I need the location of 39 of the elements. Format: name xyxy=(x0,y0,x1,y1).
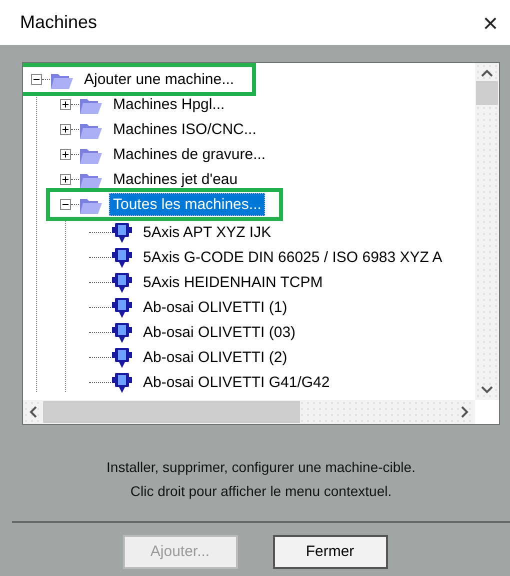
scroll-right-icon[interactable] xyxy=(461,406,469,418)
tree-item[interactable]: Machines ISO/CNC... xyxy=(109,118,260,141)
minus-icon[interactable] xyxy=(31,74,42,85)
tree-item[interactable]: Ab-osai OLIVETTI G41/G42 xyxy=(139,371,334,394)
tree-item[interactable]: 5Axis G-CODE DIN 66025 / ISO 6983 XYZ A xyxy=(139,246,446,269)
horizontal-scrollbar[interactable] xyxy=(23,400,475,424)
machine-icon xyxy=(111,372,133,394)
scrollbar-thumb[interactable] xyxy=(476,81,498,105)
window-title: Machines xyxy=(20,11,98,34)
machine-icon xyxy=(111,246,133,268)
help-text: Installer, supprimer, configurer une machine-cible. xyxy=(106,458,416,477)
tree-item[interactable]: 5Axis APT XYZ IJK xyxy=(139,221,276,244)
tree-item[interactable]: Machines Hpgl... xyxy=(109,93,229,116)
tree-item[interactable]: Ab-osai OLIVETTI (1) xyxy=(139,296,292,319)
machine-icon xyxy=(111,222,133,244)
plus-icon[interactable] xyxy=(60,149,71,160)
close-button[interactable]: Fermer xyxy=(272,535,388,569)
tree-item[interactable]: Toutes les machines... xyxy=(109,193,266,216)
scroll-left-icon[interactable] xyxy=(29,406,37,418)
tree-item[interactable]: Ajouter une machine... xyxy=(80,68,238,91)
plus-icon[interactable] xyxy=(60,99,71,110)
tree-item[interactable]: Ab-osai OLIVETTI (2) xyxy=(139,346,292,369)
tree-item[interactable]: Machines jet d'eau xyxy=(109,168,242,191)
machine-icon xyxy=(111,296,133,318)
machine-icon xyxy=(111,322,133,344)
plus-icon[interactable] xyxy=(60,174,71,185)
scrollbar-thumb[interactable] xyxy=(43,401,300,423)
tree-item[interactable]: Ab-osai OLIVETTI (03) xyxy=(139,321,300,344)
machine-icon xyxy=(111,272,133,294)
close-button[interactable]: × xyxy=(478,10,502,36)
minus-icon[interactable] xyxy=(60,199,71,210)
help-text: Clic droit pour afficher le menu contextuel. xyxy=(129,482,393,501)
plus-icon[interactable] xyxy=(60,124,71,135)
tree-item[interactable]: Machines de gravure... xyxy=(109,143,270,166)
scroll-up-icon[interactable] xyxy=(481,69,493,77)
tree-item[interactable]: 5Axis HEIDENHAIN TCPM xyxy=(139,271,327,294)
machine-icon xyxy=(111,346,133,368)
vertical-scrollbar[interactable] xyxy=(475,63,499,400)
scroll-down-icon[interactable] xyxy=(481,386,493,394)
